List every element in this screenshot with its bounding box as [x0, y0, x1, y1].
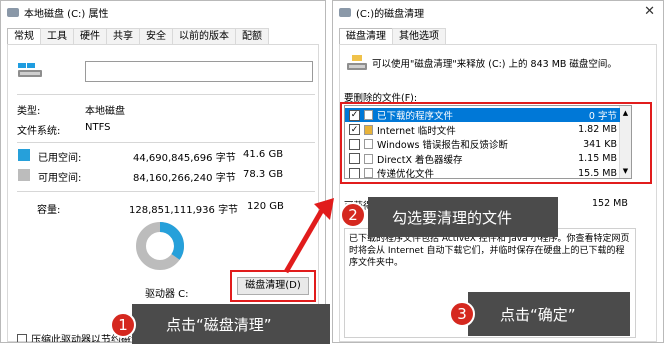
tab-tools[interactable]: 工具: [40, 28, 74, 45]
tab-general[interactable]: 常规: [7, 28, 41, 45]
tab-disk-cleanup[interactable]: 磁盘清理: [339, 28, 393, 45]
properties-window: 本地磁盘 (C:) 属性 常规 工具 硬件 共享 安全 以前的版本 配额 类型:…: [0, 0, 326, 343]
step-3-badge: 3: [449, 301, 475, 327]
callout-1: 点击“磁盘清理”: [132, 304, 330, 344]
arrow-icon: [283, 198, 334, 274]
fs-label: 文件系统:: [17, 126, 61, 137]
free-gb: 78.3 GB: [243, 169, 284, 180]
cleanup-icon: [339, 7, 351, 17]
free-label: 可用空间:: [38, 173, 82, 184]
cleanup-window-title: (C:)的磁盘清理: [356, 8, 425, 20]
drive-label: 驱动器 C:: [145, 289, 189, 300]
used-bytes: 44,690,845,696 字节: [133, 153, 236, 164]
divider: [17, 142, 315, 143]
tab-security[interactable]: 安全: [139, 28, 173, 45]
capacity-label: 容量:: [37, 205, 61, 216]
files-highlight: [340, 102, 652, 184]
drive-icon: [7, 7, 19, 17]
step-2-badge: 2: [340, 202, 366, 228]
tab-previous-versions[interactable]: 以前的版本: [172, 28, 236, 45]
tab-quota[interactable]: 配额: [235, 28, 269, 45]
cleanup-titlebar: (C:)的磁盘清理: [333, 1, 663, 23]
properties-titlebar: 本地磁盘 (C:) 属性: [1, 1, 325, 23]
used-space-swatch: [18, 149, 30, 161]
callout-1-text: 点击“磁盘清理”: [166, 315, 272, 334]
divider: [17, 191, 315, 192]
type-value: 本地磁盘: [85, 106, 125, 117]
step-1-badge: 1: [110, 312, 136, 338]
capacity-bytes: 128,851,111,936 字节: [129, 205, 239, 216]
cleanup-summary: 可以使用"磁盘清理"来释放 (C:) 上的 843 MB 磁盘空间。: [372, 59, 617, 70]
callout-2: 勾选要清理的文件: [368, 197, 558, 237]
free-space-swatch: [18, 169, 30, 181]
callout-3: 点击“确定”: [468, 292, 630, 336]
window-title: 本地磁盘 (C:) 属性: [24, 8, 109, 20]
tab-sharing[interactable]: 共享: [106, 28, 140, 45]
usage-donut: [136, 222, 184, 270]
cleanup-drive-icon: [347, 55, 367, 70]
hard-drive-icon: [18, 63, 42, 77]
divider: [17, 94, 315, 95]
capacity-gb: 120 GB: [247, 201, 284, 212]
compress-checkbox[interactable]: [17, 333, 27, 342]
gain-value: 152 MB: [592, 198, 628, 209]
fs-value: NTFS: [85, 122, 111, 133]
close-icon[interactable]: ✕: [644, 4, 655, 19]
drive-name-input[interactable]: [85, 61, 313, 82]
callout-2-text: 勾选要清理的文件: [392, 208, 513, 227]
tab-more-options[interactable]: 其他选项: [392, 28, 446, 45]
used-label: 已用空间:: [38, 153, 82, 164]
free-bytes: 84,160,266,240 字节: [133, 173, 236, 184]
properties-tabs: 常规 工具 硬件 共享 安全 以前的版本 配额: [7, 28, 269, 45]
cleanup-tabs: 磁盘清理 其他选项: [339, 28, 446, 45]
callout-3-text: 点击“确定”: [500, 305, 576, 324]
used-gb: 41.6 GB: [243, 149, 284, 160]
type-label: 类型:: [17, 106, 41, 117]
tab-hardware[interactable]: 硬件: [73, 28, 107, 45]
